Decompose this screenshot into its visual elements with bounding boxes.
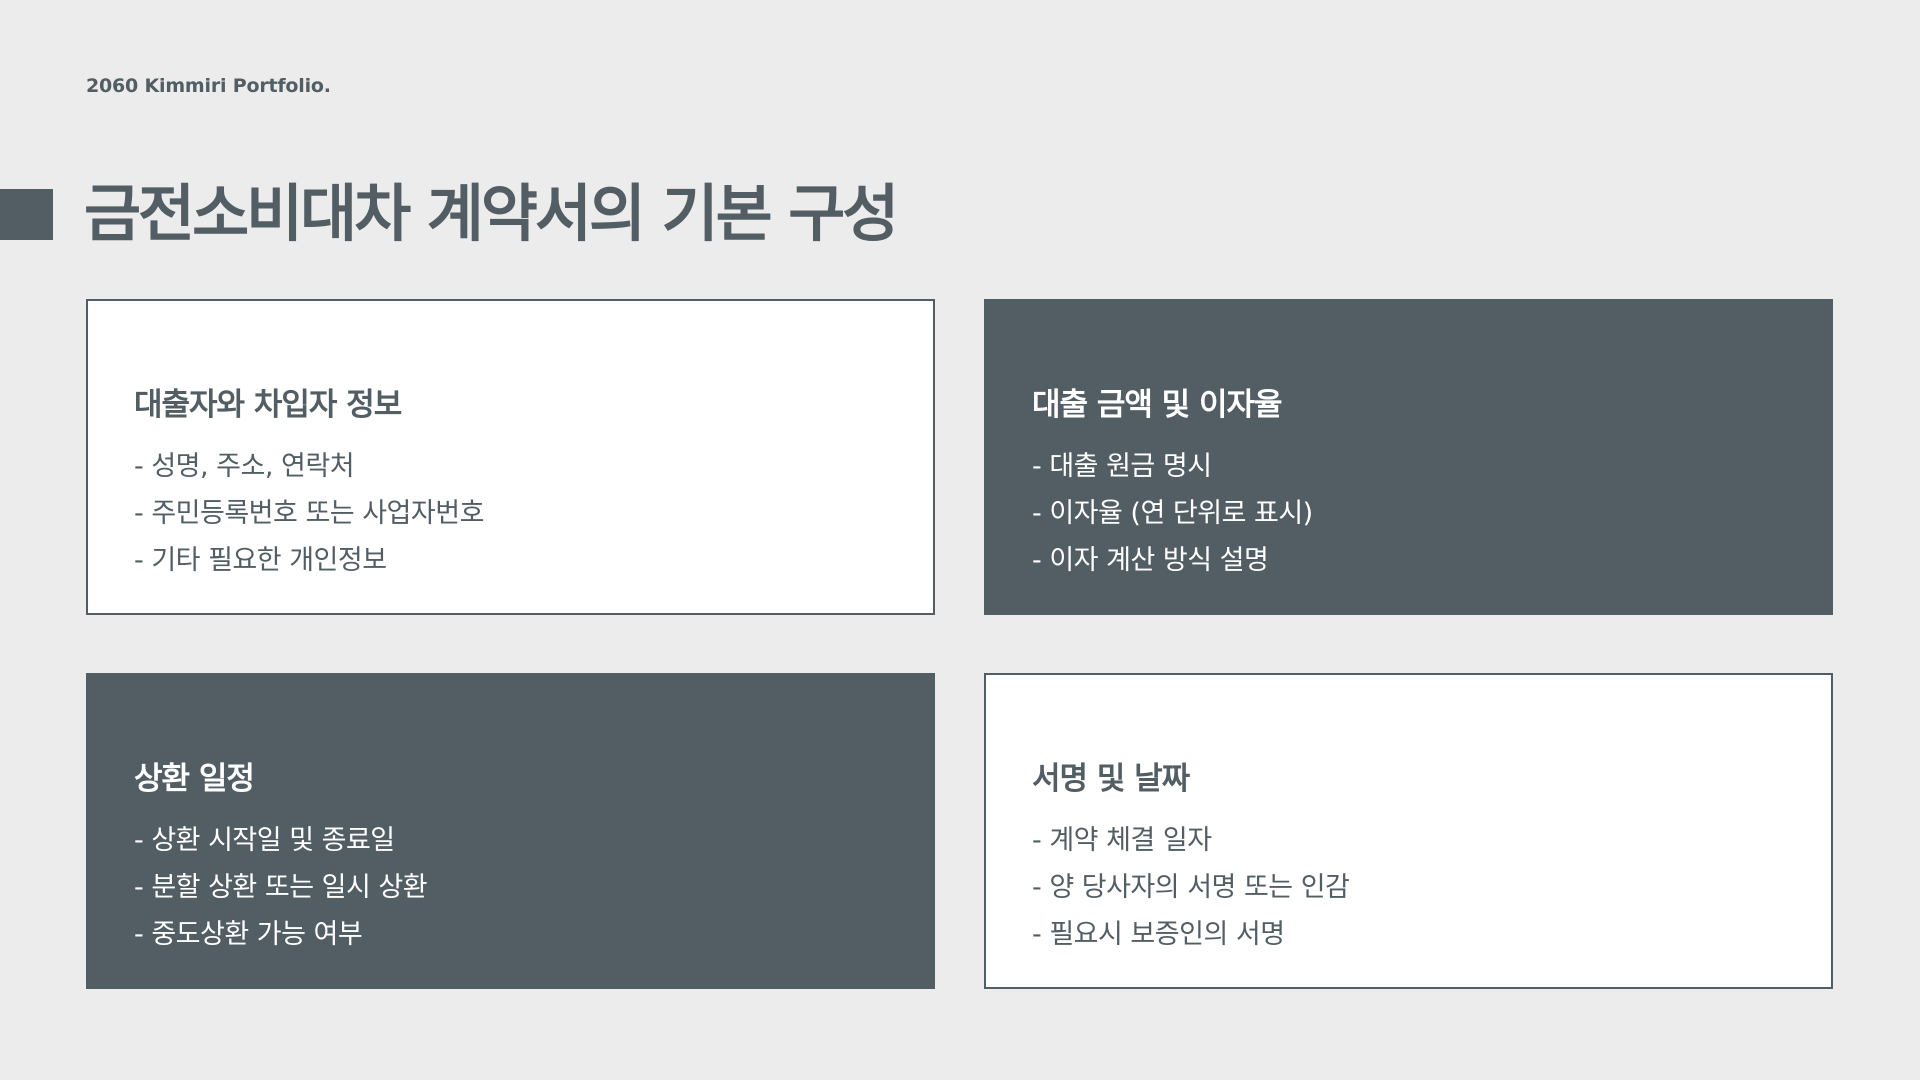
card-list: - 대출 원금 명시 - 이자율 (연 단위로 표시) - 이자 계산 방식 설… <box>1032 443 1831 584</box>
list-item: - 필요시 보증인의 서명 <box>1032 919 1285 950</box>
card-lender-borrower-info: 대출자와 차입자 정보 - 성명, 주소, 연락처 - 주민등록번호 또는 사업… <box>86 299 935 615</box>
card-loan-amount-interest: 대출 금액 및 이자율 - 대출 원금 명시 - 이자율 (연 단위로 표시) … <box>984 299 1833 615</box>
list-item: - 이자 계산 방식 설명 <box>1032 545 1269 576</box>
title-marker <box>0 189 53 240</box>
card-heading: 대출자와 차입자 정보 <box>134 387 402 423</box>
card-signature-date: 서명 및 날짜 - 계약 체결 일자 - 양 당사자의 서명 또는 인감 - 필… <box>984 673 1833 989</box>
list-item: - 성명, 주소, 연락처 <box>134 451 355 482</box>
card-heading: 서명 및 날짜 <box>1032 761 1190 797</box>
card-heading: 상환 일정 <box>134 761 255 797</box>
list-item: - 계약 체결 일자 <box>1032 825 1212 856</box>
list-item: - 기타 필요한 개인정보 <box>134 545 387 576</box>
card-heading: 대출 금액 및 이자율 <box>1032 387 1283 423</box>
card-list: - 성명, 주소, 연락처 - 주민등록번호 또는 사업자번호 - 기타 필요한… <box>134 443 933 584</box>
list-item: - 상환 시작일 및 종료일 <box>134 825 395 856</box>
card-list: - 상환 시작일 및 종료일 - 분할 상환 또는 일시 상환 - 중도상환 가… <box>134 817 933 958</box>
list-item: - 중도상환 가능 여부 <box>134 919 363 950</box>
card-repayment-schedule: 상환 일정 - 상환 시작일 및 종료일 - 분할 상환 또는 일시 상환 - … <box>86 673 935 989</box>
list-item: - 분할 상환 또는 일시 상환 <box>134 872 428 903</box>
page-title: 금전소비대차 계약서의 기본 구성 <box>84 177 899 250</box>
list-item: - 대출 원금 명시 <box>1032 451 1212 482</box>
list-item: - 양 당사자의 서명 또는 인감 <box>1032 872 1350 903</box>
list-item: - 이자율 (연 단위로 표시) <box>1032 498 1313 529</box>
card-list: - 계약 체결 일자 - 양 당사자의 서명 또는 인감 - 필요시 보증인의 … <box>1032 817 1831 958</box>
list-item: - 주민등록번호 또는 사업자번호 <box>134 498 484 529</box>
brand-label: 2060 Kimmiri Portfolio. <box>86 75 331 97</box>
